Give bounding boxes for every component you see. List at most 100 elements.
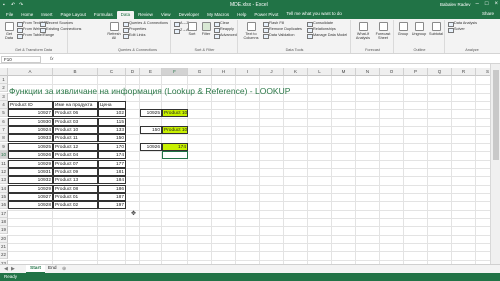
tab-my-macros[interactable]: My Macros	[203, 11, 233, 19]
save-icon[interactable]: ▪	[3, 2, 8, 8]
table-header-product-name[interactable]: Име на продукта	[53, 101, 98, 110]
remove-duplicates-button[interactable]: Remove Duplicates	[263, 27, 302, 33]
lookup-result-cell[interactable]: 174	[162, 142, 188, 151]
tab-file[interactable]: File	[2, 11, 17, 19]
table-cell-name[interactable]: Product 07	[53, 159, 98, 168]
table-cell-price[interactable]: 174	[98, 151, 126, 160]
active-cell[interactable]	[162, 151, 188, 160]
table-cell-name[interactable]: Product 13	[53, 176, 98, 185]
table-cell-id[interactable]: 10931	[8, 167, 53, 176]
table-cell-price[interactable]: 177	[98, 159, 126, 168]
row-header-6[interactable]: 6	[0, 117, 8, 126]
solver-button[interactable]: Solver	[448, 27, 465, 33]
table-cell-price[interactable]: 181	[98, 167, 126, 176]
recent-sources-button[interactable]: Recent Sources	[40, 21, 73, 27]
table-cell-price[interactable]: 187	[98, 192, 126, 201]
row-header-11[interactable]: 11	[0, 159, 8, 168]
subtotal-button[interactable]: Subtotal	[428, 22, 444, 36]
undo-icon[interactable]: ↶	[11, 2, 16, 8]
table-cell-price[interactable]: 115	[98, 117, 126, 126]
column-header-s[interactable]: S	[476, 68, 490, 76]
table-cell-name[interactable]: Product 02	[53, 201, 98, 210]
table-cell-name[interactable]: Product 04	[53, 151, 98, 160]
get-data-button[interactable]: Get Data	[2, 22, 16, 40]
column-header-c[interactable]: C	[98, 68, 126, 76]
column-header-k[interactable]: K	[284, 68, 308, 76]
table-cell-id[interactable]: 10929	[8, 159, 53, 168]
next-sheet-icon[interactable]: ▶	[11, 265, 15, 273]
refresh-all-button[interactable]: Refresh All	[107, 22, 121, 40]
user-name[interactable]: Babalev Radev	[440, 2, 471, 7]
table-cell-price[interactable]: 184	[98, 176, 126, 185]
table-cell-name[interactable]: Product 03	[53, 117, 98, 126]
column-header-e[interactable]: E	[140, 68, 162, 76]
scroll-thumb[interactable]	[493, 70, 499, 160]
table-header-price[interactable]: Цена	[98, 101, 126, 110]
tab-page-layout[interactable]: Page Layout	[57, 11, 90, 19]
table-cell-price[interactable]: 102	[98, 109, 126, 118]
tab-data[interactable]: Data	[116, 11, 135, 19]
column-header-q[interactable]: Q	[428, 68, 452, 76]
table-cell-name[interactable]: Product 12	[53, 142, 98, 151]
table-cell-price[interactable]: 133	[98, 126, 126, 135]
tab-help[interactable]: Help	[233, 11, 250, 19]
table-cell-price[interactable]: 197	[98, 201, 126, 210]
tab-developer[interactable]: Developer	[175, 11, 204, 19]
table-cell-name[interactable]: Product 09	[53, 167, 98, 176]
ungroup-button[interactable]: Ungroup	[411, 22, 427, 36]
table-cell-id[interactable]: 10925	[8, 142, 53, 151]
properties-button[interactable]: Properties	[123, 27, 146, 33]
column-header-b[interactable]: B	[53, 68, 98, 76]
lookup-input-cell[interactable]: 10926	[140, 142, 162, 151]
column-header-a[interactable]: A	[8, 68, 53, 76]
tab-power-pivot[interactable]: Power Pivot	[250, 11, 282, 19]
column-header-r[interactable]: R	[452, 68, 476, 76]
row-header-22[interactable]: 22	[0, 251, 8, 260]
share-button[interactable]: Share	[482, 11, 494, 16]
lookup-result-cell[interactable]: Product 10	[162, 109, 188, 118]
row-header-17[interactable]: 17	[0, 209, 8, 218]
row-header-15[interactable]: 15	[0, 192, 8, 201]
tab-review[interactable]: Review	[134, 11, 157, 19]
row-header-3[interactable]: 3	[0, 92, 8, 101]
table-cell-id[interactable]: 10927	[8, 192, 53, 201]
forecast-sheet-button[interactable]: Forecast Sheet	[374, 22, 392, 40]
tab-home[interactable]: Home	[17, 11, 37, 19]
row-header-13[interactable]: 13	[0, 176, 8, 185]
advanced-button[interactable]: Advanced	[214, 33, 237, 39]
table-cell-name[interactable]: Product 06	[53, 109, 98, 118]
column-header-m[interactable]: M	[332, 68, 356, 76]
row-header-21[interactable]: 21	[0, 243, 8, 251]
add-sheet-icon[interactable]: ⊕	[62, 265, 66, 273]
table-cell-name[interactable]: Product 10	[53, 126, 98, 135]
row-header-5[interactable]: 5	[0, 109, 8, 118]
from-table-button[interactable]: From Table/Range	[17, 33, 54, 39]
table-cell-price[interactable]: 186	[98, 184, 126, 193]
data-validation-button[interactable]: Data Validation	[263, 33, 294, 39]
table-cell-name[interactable]: Product 11	[53, 134, 98, 143]
table-cell-name[interactable]: Product 01	[53, 192, 98, 201]
table-cell-price[interactable]: 170	[98, 142, 126, 151]
existing-connections-button[interactable]: Existing Connections	[40, 27, 81, 33]
row-header-18[interactable]: 18	[0, 217, 8, 226]
text-to-columns-button[interactable]: Text to Columns	[241, 22, 261, 40]
row-header-20[interactable]: 20	[0, 234, 8, 243]
row-header-2[interactable]: 2	[0, 84, 8, 93]
consolidate-button[interactable]: Consolidate	[307, 21, 333, 27]
table-cell-price[interactable]: 150	[98, 134, 126, 143]
table-cell-name[interactable]: Product 08	[53, 184, 98, 193]
close-icon[interactable]: ×	[494, 1, 498, 7]
minimize-icon[interactable]: –	[476, 1, 479, 7]
tab-view[interactable]: View	[157, 11, 175, 19]
row-header-10[interactable]: 10	[0, 151, 8, 160]
row-header-16[interactable]: 16	[0, 201, 8, 210]
row-header-12[interactable]: 12	[0, 167, 8, 176]
lookup-result-cell[interactable]: Product 10	[162, 126, 188, 135]
column-header-h[interactable]: H	[212, 68, 236, 76]
table-cell-id[interactable]: 10924	[8, 126, 53, 135]
worksheet-grid[interactable]: ABCDEFGHIJKLMNOPQRST12345678910111213141…	[0, 68, 490, 264]
tab-insert[interactable]: Insert	[37, 11, 56, 19]
select-all-corner[interactable]	[0, 68, 8, 76]
column-header-f[interactable]: F	[162, 68, 188, 76]
lookup-input-cell[interactable]: 150	[140, 126, 162, 135]
